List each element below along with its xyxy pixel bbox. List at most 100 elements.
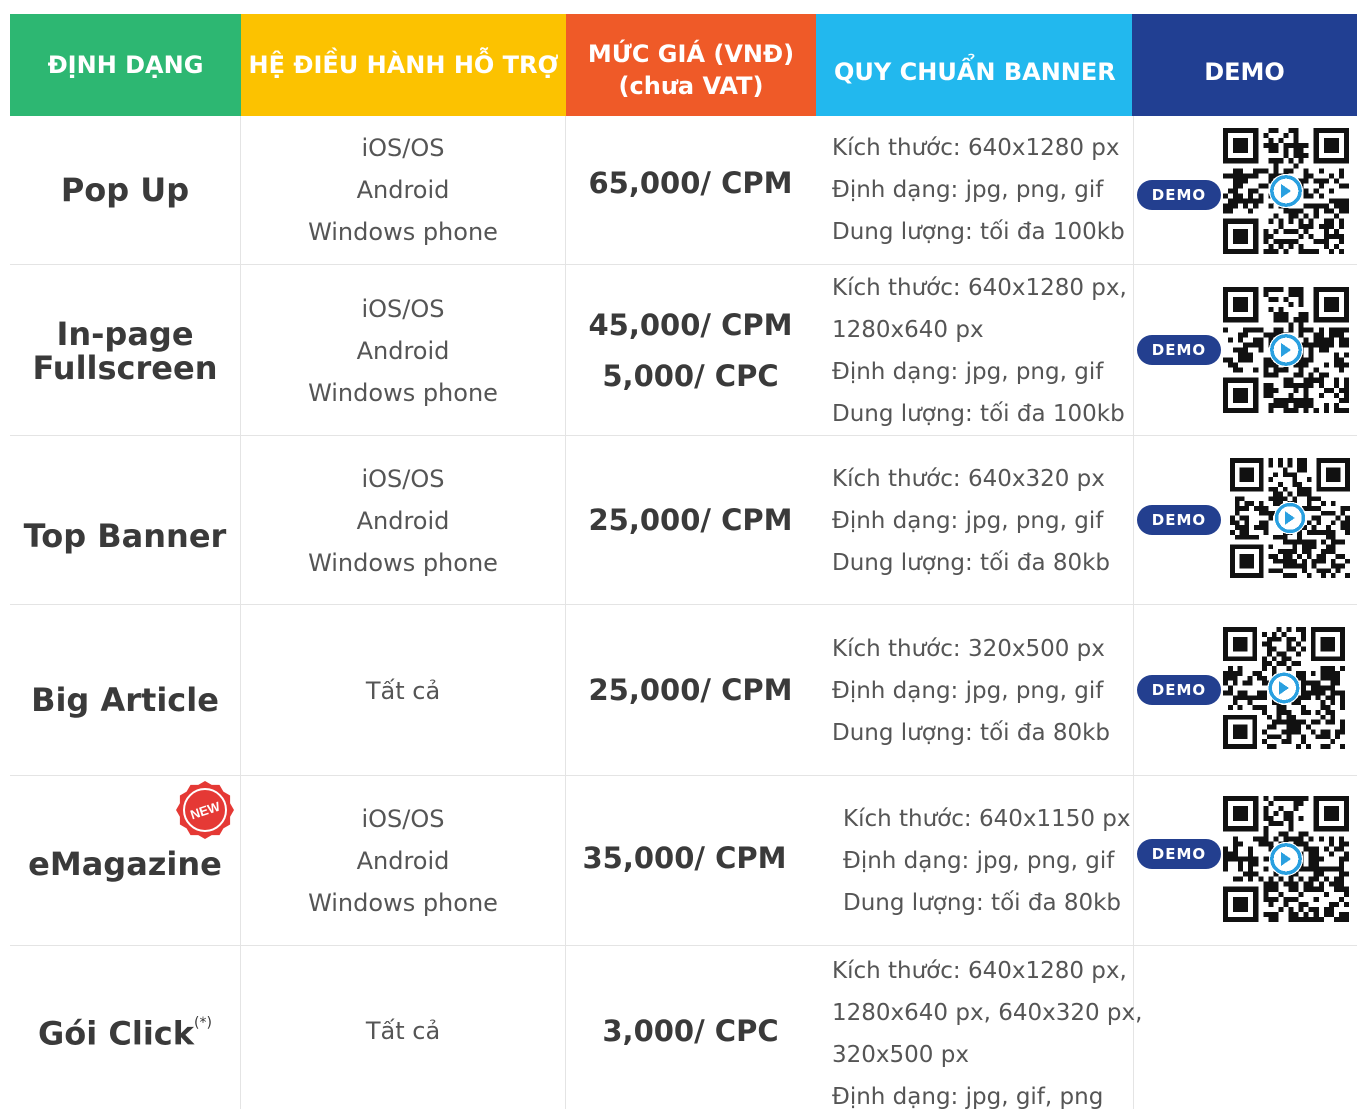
cell-text-line: Dung lượng: tối đa 80kb [832, 719, 1111, 746]
cell-text-line: Top Banner [23, 516, 227, 555]
cell-text-line: iOS/OS [361, 134, 445, 162]
cell-text-line: Kích thước: 640x1280 px [832, 135, 1120, 161]
cell-text-line: 5,000/ CPC [602, 358, 779, 393]
cell-text-line: Windows phone [308, 889, 498, 917]
price: 65,000/ CPM [566, 116, 815, 264]
cell-text-line: Big Article [31, 680, 219, 719]
cell-text-line: Kích thước: 640x1280 px, [832, 274, 1127, 301]
cell-text-line: In-page [56, 314, 194, 353]
header-spec-label: QUY CHUẨN BANNER [834, 58, 1116, 86]
header-spec: QUY CHUẨN BANNER [816, 14, 1132, 116]
header-price: MỨC GIÁ (VNĐ) (chưa VAT) [566, 14, 816, 116]
demo-button[interactable]: DEMO [1137, 675, 1221, 705]
cell-text-line: 65,000/ CPM [588, 165, 793, 200]
header-price-vat: (chưa VAT) [618, 72, 764, 100]
price: 35,000/ CPM [560, 776, 809, 946]
cell-text-line: 35,000/ CPM [582, 840, 787, 875]
table-row: In-page Fullscreen iOS/OS Android Windows p… [10, 264, 1357, 436]
cell-text-line: Dung lượng: tối đa 80kb [843, 890, 1122, 916]
os-list: iOS/OS Android Windows phone [241, 116, 565, 264]
demo-cell: DEMO [1134, 436, 1357, 605]
qr-code-icon[interactable] [1223, 128, 1349, 254]
price: 25,000/ CPM [566, 436, 815, 605]
cell-text-line: Kích thước: 640x1280 px, [832, 958, 1127, 984]
header-format-label: ĐỊNH DẠNG [47, 51, 204, 79]
price: 3,000/ CPC [566, 946, 815, 1110]
cell-text-line: Tất cả [365, 676, 441, 705]
cell-text-line: iOS/OS [361, 805, 445, 833]
banner-spec: Kích thước: 640x320 px Định dạng: jpg, pn… [832, 436, 1132, 605]
cell-text-line: iOS/OS [361, 294, 445, 323]
cell-text-line: Android [356, 506, 450, 535]
format-name: In-page Fullscreen [10, 265, 240, 436]
cell-text-line: Tất cả [365, 1017, 441, 1045]
qr-code-icon[interactable] [1230, 458, 1350, 578]
banner-spec: Kích thước: 320x500 px Định dạng: jpg, pn… [832, 605, 1132, 776]
cell-text-line: Định dạng: jpg, gif, png [832, 1084, 1104, 1110]
cell-text-line: eMagazine [28, 845, 222, 883]
cell-text-line: Kích thước: 640x320 px [832, 465, 1105, 492]
header-price-label: MỨC GIÁ (VNĐ) [587, 40, 795, 68]
os-list: iOS/OS Android Windows phone [241, 265, 565, 436]
cell-text-line: Định dạng: jpg, png, gif [832, 507, 1104, 534]
qr-code-icon[interactable] [1223, 627, 1345, 749]
banner-spec: Kích thước: 640x1150 px Định dạng: jpg, p… [843, 776, 1143, 946]
demo-button[interactable]: DEMO [1137, 505, 1221, 535]
cell-text-line: Fullscreen [32, 348, 218, 387]
cell-text-line: Kích thước: 320x500 px [832, 635, 1105, 662]
header-os: HỆ ĐIỀU HÀNH HỖ TRỢ [241, 14, 566, 116]
cell-text-line: 25,000/ CPM [588, 673, 793, 707]
demo-cell: DEMO [1134, 116, 1357, 264]
demo-cell: DEMO [1134, 265, 1357, 436]
cell-text-line: Windows phone [308, 218, 498, 246]
format-name: Pop Up [10, 116, 240, 264]
banner-spec: Kích thước: 640x1280 px Định dạng: jpg, p… [832, 116, 1132, 264]
cell-text-line: iOS/OS [361, 464, 445, 493]
cell-text-line: Android [356, 336, 450, 365]
cell-text-line: Android [356, 847, 450, 875]
footnote-marker: (*) [194, 1014, 212, 1031]
cell-text-line: Gói Click [38, 1014, 195, 1053]
format-name: Gói Click(*) [10, 946, 240, 1110]
table-row: Top Banner iOS/OS Android Windows phone 25… [10, 435, 1357, 605]
demo-cell: DEMO [1134, 605, 1357, 776]
qr-code-icon[interactable] [1223, 287, 1349, 413]
cell-text-line: Dung lượng: tối đa 100kb [832, 400, 1125, 427]
demo-cell-empty [1134, 946, 1357, 1110]
table-row: Gói Click(*) Tất cả 3,000/ CPC Kích thướ… [10, 945, 1357, 1110]
os-list: iOS/OS Android Windows phone [241, 776, 565, 946]
qr-code-icon[interactable] [1223, 796, 1349, 922]
demo-button[interactable]: DEMO [1137, 180, 1221, 210]
cell-text-line: Windows phone [308, 548, 498, 577]
cell-text-line: Android [356, 176, 450, 204]
os-list: iOS/OS Android Windows phone [241, 436, 565, 605]
cell-text-line: Kích thước: 640x1150 px [843, 806, 1131, 832]
ad-format-price-table: ĐỊNH DẠNG HỆ ĐIỀU HÀNH HỖ TRỢ MỨC GIÁ (V… [10, 14, 1357, 1110]
cell-text-line: Định dạng: jpg, png, gif [832, 677, 1104, 704]
table-row: eMagazine NEW iOS/OS Android Windows phone… [10, 775, 1357, 946]
cell-text-line: Định dạng: jpg, png, gif [843, 848, 1115, 874]
format-name: Big Article [10, 605, 240, 776]
cell-text-line: 3,000/ CPC [602, 1013, 779, 1048]
demo-button[interactable]: DEMO [1137, 839, 1221, 869]
format-name: Top Banner [10, 436, 240, 605]
price: 45,000/ CPM 5,000/ CPC [566, 265, 815, 436]
price: 25,000/ CPM [566, 605, 815, 776]
table-row: Pop Up iOS/OS Android Windows phone 65,000… [10, 116, 1357, 264]
header-os-label: HỆ ĐIỀU HÀNH HỖ TRỢ [248, 51, 559, 79]
new-badge-icon: NEW [176, 781, 234, 839]
cell-text-line: Windows phone [308, 378, 498, 407]
banner-spec: Kích thước: 640x1280 px, 1280x640 px, 640… [832, 946, 1143, 1110]
table-row: Big Article Tất cả 25,000/ CPM Kích thướ… [10, 604, 1357, 776]
cell-text-line: 1280x640 px, 640x320 px, [832, 1000, 1143, 1026]
cell-text-line: Dung lượng: tối đa 80kb [832, 549, 1111, 576]
header-format: ĐỊNH DẠNG [10, 14, 241, 116]
os-list: Tất cả [241, 605, 565, 776]
cell-text-line: Pop Up [60, 171, 190, 209]
cell-text-line: 45,000/ CPM [588, 307, 793, 342]
demo-button[interactable]: DEMO [1137, 335, 1221, 365]
cell-text-line: Định dạng: jpg, png, gif [832, 358, 1104, 385]
cell-text-line: 1280x640 px [832, 316, 984, 343]
cell-text-line: 25,000/ CPM [588, 503, 793, 537]
cell-text-line: Định dạng: jpg, png, gif [832, 177, 1104, 203]
